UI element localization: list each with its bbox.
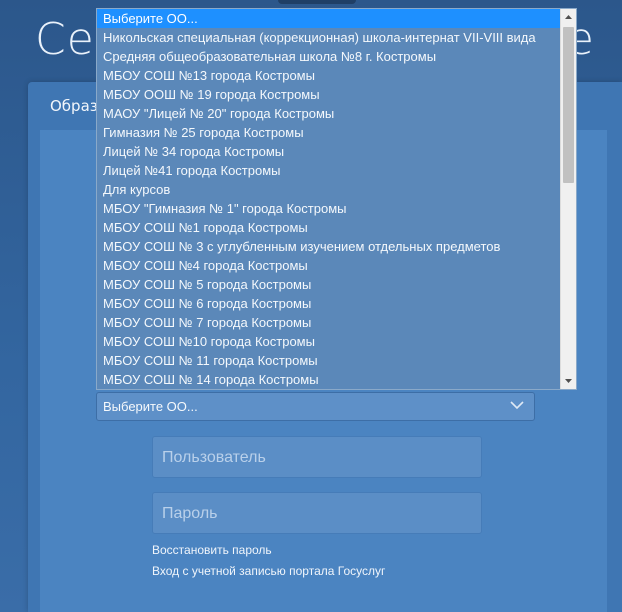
school-select-value: Выберите ОО... — [103, 399, 198, 414]
school-option[interactable]: Лицей № 34 города Костромы — [97, 142, 561, 161]
top-tab-handle — [278, 0, 356, 4]
school-option[interactable]: МБОУ СОШ № 3 с углубленным изучением отд… — [97, 237, 561, 256]
school-option[interactable]: МБОУ ООШ № 19 города Костромы — [97, 85, 561, 104]
school-option[interactable]: МБОУ СОШ №13 города Костромы — [97, 66, 561, 85]
school-option[interactable]: МБОУ СОШ № 7 города Костромы — [97, 313, 561, 332]
card-tab-label: Образ — [50, 97, 98, 115]
scrollbar-thumb[interactable] — [563, 27, 574, 183]
username-placeholder: Пользователь — [162, 449, 266, 466]
school-option[interactable]: МБОУ "Гимназия № 1" города Костромы — [97, 199, 561, 218]
school-option[interactable]: МБОУ СОШ № 5 города Костромы — [97, 275, 561, 294]
school-options-list: Выберите ОО... Никольская специальная (к… — [97, 9, 561, 389]
school-option[interactable]: Средняя общеобразовательная школа №8 г. … — [97, 47, 561, 66]
dropdown-scrollbar[interactable] — [560, 9, 576, 389]
password-field[interactable]: Пароль — [152, 492, 482, 534]
triangle-up-icon[interactable] — [561, 9, 576, 25]
school-option[interactable]: МБОУ СОШ № 6 города Костромы — [97, 294, 561, 313]
school-option[interactable]: Лицей №41 города Костромы — [97, 161, 561, 180]
school-option[interactable]: МБОУ СОШ № 11 города Костромы — [97, 351, 561, 370]
school-option[interactable]: Гимназия № 25 города Костромы — [97, 123, 561, 142]
password-placeholder: Пароль — [162, 505, 218, 522]
username-field[interactable]: Пользователь — [152, 436, 482, 478]
school-option[interactable]: МАОУ "Лицей № 20" города Костромы — [97, 104, 561, 123]
school-option[interactable]: Никольская специальная (коррекционная) ш… — [97, 28, 561, 47]
school-option[interactable]: Выберите ОО... — [97, 9, 561, 28]
school-option[interactable]: МБОУ СОШ №10 города Костромы — [97, 332, 561, 351]
triangle-down-icon[interactable] — [561, 373, 576, 389]
gosuslugi-login-link[interactable]: Вход с учетной записью портала Госуслуг — [152, 564, 385, 578]
chevron-down-icon — [510, 401, 524, 410]
school-select-dropdown[interactable]: Выберите ОО... Никольская специальная (к… — [96, 8, 577, 390]
restore-password-link[interactable]: Восстановить пароль — [152, 543, 272, 557]
school-option[interactable]: МБОУ СОШ №4 города Костромы — [97, 256, 561, 275]
school-select[interactable]: Выберите ОО... — [96, 392, 535, 421]
school-option[interactable]: МБОУ СОШ №1 города Костромы — [97, 218, 561, 237]
school-option[interactable]: МБОУ СОШ № 14 города Костромы — [97, 370, 561, 389]
school-option[interactable]: Для курсов — [97, 180, 561, 199]
